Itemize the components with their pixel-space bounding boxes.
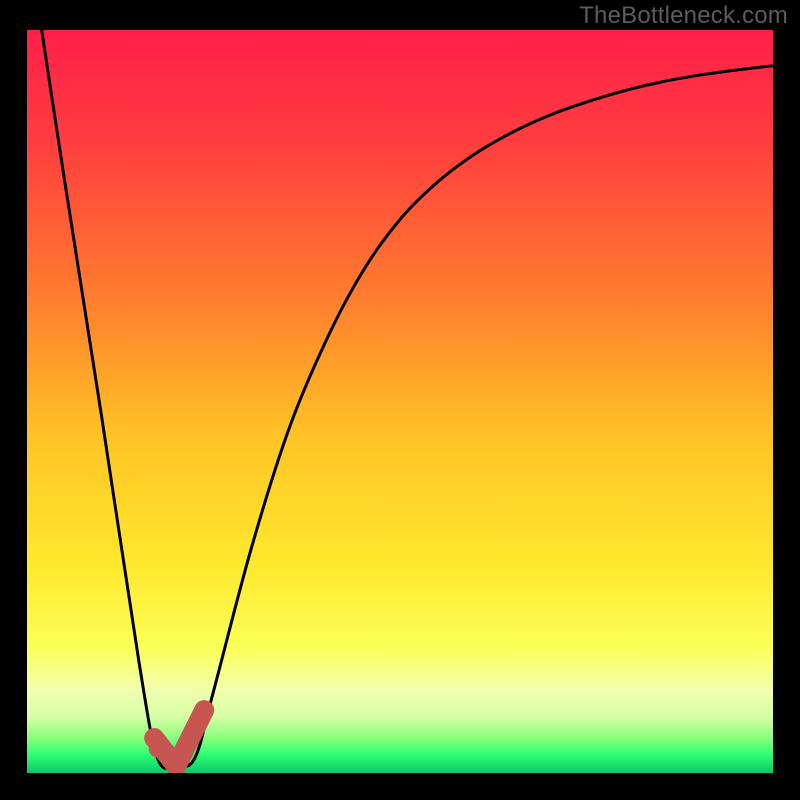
bottleneck-curve: [27, 30, 773, 768]
app-root: TheBottleneck.com: [0, 0, 800, 800]
plot-area: [27, 30, 773, 773]
watermark-text: TheBottleneck.com: [579, 2, 788, 30]
balance-point-dot: [149, 741, 165, 757]
chart-overlay: [27, 30, 773, 773]
check-mark-icon: [154, 710, 204, 766]
